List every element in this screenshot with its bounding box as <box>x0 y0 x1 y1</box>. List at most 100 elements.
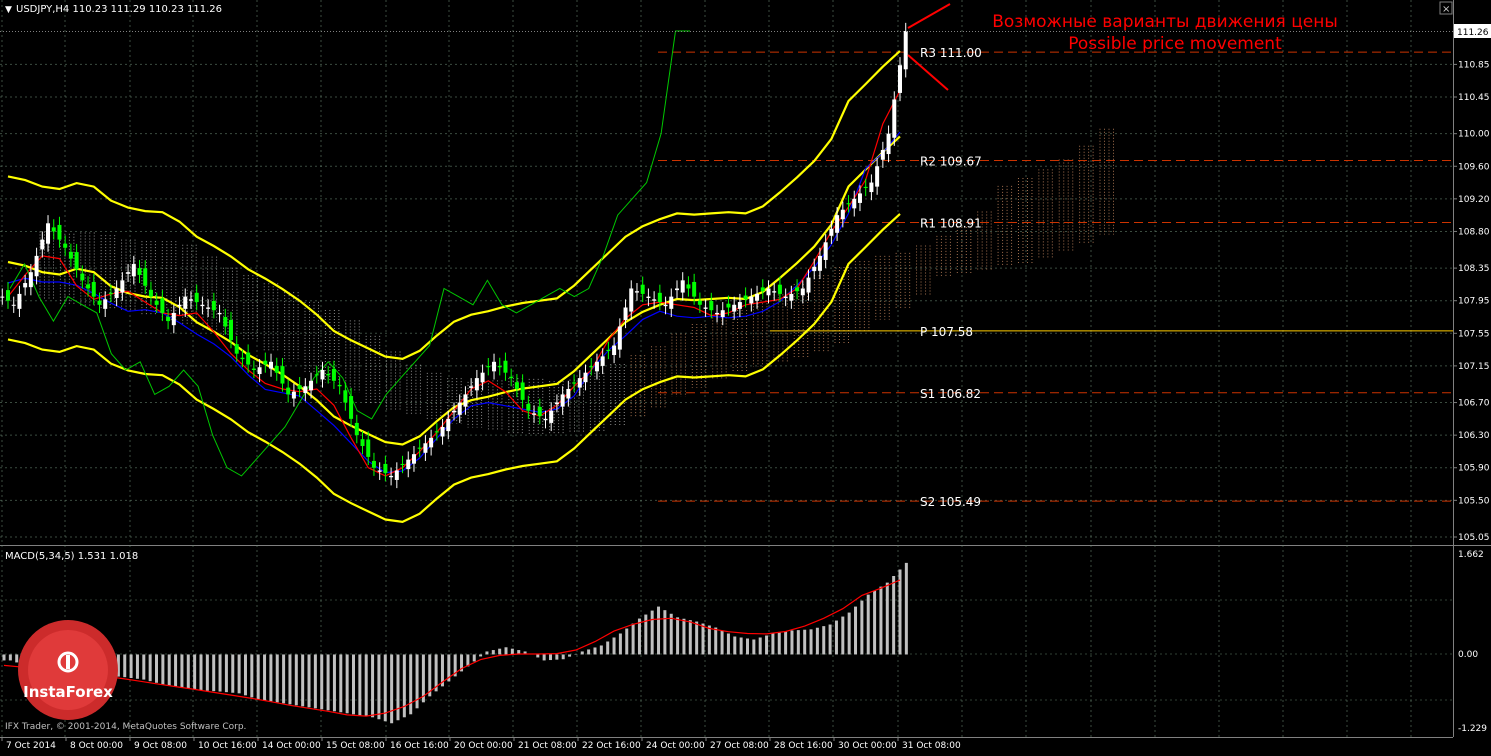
candle-body <box>657 292 662 303</box>
candle-body <box>6 290 10 301</box>
candle-body <box>903 31 908 70</box>
candle-body <box>869 182 874 193</box>
time-tick-label: 20 Oct 00:00 <box>454 741 513 751</box>
candle-body <box>97 300 102 305</box>
candle-body <box>120 280 125 293</box>
close-icon[interactable]: × <box>1442 4 1450 15</box>
chart-window[interactable]: R3 111.00 R2 109.67 R1 108.91 P 107.58 S1 10… <box>0 0 1491 752</box>
candle-body <box>606 349 611 351</box>
price-tick-label: 106.70 <box>1458 399 1490 409</box>
candle-body <box>206 307 211 309</box>
candle-body <box>554 402 559 405</box>
copyright: IFX Trader, © 2001-2014, MetaQuotes Soft… <box>5 722 246 732</box>
candle-body <box>28 272 33 288</box>
candle-body <box>634 291 639 293</box>
candle-body <box>240 357 245 360</box>
price-tick-label: 110.45 <box>1458 93 1490 103</box>
candle-body <box>34 255 39 277</box>
candle-body <box>389 475 394 478</box>
candle-body <box>526 403 531 411</box>
candle-body <box>600 356 605 366</box>
candle-body <box>457 402 462 415</box>
candle-body <box>108 292 113 294</box>
candle-body <box>560 394 565 407</box>
macd-axis-bottom: -1.229 <box>1458 724 1487 734</box>
candle-body <box>863 186 868 188</box>
candle-body <box>492 361 497 372</box>
candle-body <box>737 302 742 309</box>
candle-body <box>892 99 897 138</box>
candle-body <box>755 293 760 301</box>
candle-body <box>251 368 256 370</box>
macd-header: MACD(5,34,5) 1.531 1.018 <box>5 551 138 562</box>
candle-body <box>429 437 434 448</box>
candle-body <box>623 307 628 320</box>
candle-body <box>514 382 519 389</box>
pivot-label: R3 111.00 <box>920 46 982 60</box>
candle-body <box>835 215 840 233</box>
candle-body <box>126 272 131 274</box>
chart-header-arrow-icon[interactable]: ▼ <box>5 5 12 15</box>
time-tick-label: 31 Oct 08:00 <box>902 741 961 751</box>
macd-axis-zero: 0.00 <box>1458 650 1478 660</box>
candle-body <box>200 304 205 307</box>
macd-histogram <box>2 562 908 724</box>
candle-body <box>880 149 885 160</box>
candle-body <box>131 264 136 277</box>
candle-body <box>291 391 296 399</box>
candle-body <box>652 299 657 301</box>
candle-body <box>343 390 348 403</box>
candle-body <box>160 298 165 313</box>
candle-body <box>183 296 188 309</box>
time-tick-label: 27 Oct 08:00 <box>710 741 769 751</box>
candle-body <box>229 319 233 341</box>
price-tick-label: 110.85 <box>1458 60 1490 70</box>
candle-body <box>349 396 354 419</box>
candle-body <box>886 133 891 155</box>
candle-body <box>406 459 411 470</box>
candle-body <box>572 382 577 384</box>
price-axis: 110.85 110.45 110.00 109.60 109.20 108.80 108.… <box>1453 60 1490 543</box>
candle-body <box>269 361 274 369</box>
time-tick-label: 8 Oct 00:00 <box>70 741 123 751</box>
candle-body <box>166 317 171 322</box>
candle-body <box>543 418 548 421</box>
time-axis: 7 Oct 2014 8 Oct 00:00 9 Oct 08:00 10 Oct 1… <box>1 737 961 751</box>
candle-body <box>692 281 697 297</box>
time-tick-label: 16 Oct 16:00 <box>390 741 449 751</box>
candle-body <box>594 361 599 372</box>
candle-body <box>629 288 634 312</box>
candle-body <box>63 243 68 248</box>
candle-body <box>817 255 822 271</box>
candle-body <box>566 388 571 399</box>
candle-body <box>469 386 474 388</box>
candle-body <box>680 280 685 293</box>
candle-body <box>898 65 902 93</box>
candle-body <box>509 376 514 379</box>
candle-body <box>40 239 45 250</box>
time-tick-label: 15 Oct 08:00 <box>326 741 385 751</box>
candle-body <box>829 228 834 236</box>
pivot-label: R1 108.91 <box>920 216 982 230</box>
price-panel[interactable] <box>0 0 1453 545</box>
time-tick-label: 10 Oct 16:00 <box>198 741 257 751</box>
candle-body <box>612 345 617 356</box>
price-tick-label: 105.90 <box>1458 464 1490 474</box>
candle-body <box>480 372 485 383</box>
price-tick-label: 109.20 <box>1458 195 1490 205</box>
price-tick-label: 105.05 <box>1458 533 1490 543</box>
candle-body <box>360 439 365 447</box>
candle-body <box>400 463 405 466</box>
candle-body <box>709 300 714 311</box>
candle-body <box>423 443 428 453</box>
candle-body <box>577 378 582 388</box>
candle-body <box>663 304 668 307</box>
candle-body <box>286 387 291 395</box>
candle-body <box>840 209 845 220</box>
candle-body <box>257 367 262 375</box>
candle-body <box>726 303 731 308</box>
candle-body <box>486 366 491 368</box>
candle-body <box>640 284 645 294</box>
price-tick-label: 107.15 <box>1458 362 1490 372</box>
candle-body <box>394 470 399 480</box>
